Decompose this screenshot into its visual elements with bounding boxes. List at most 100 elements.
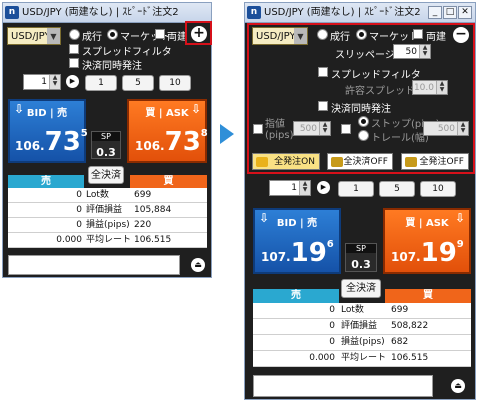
settle-off-button[interactable]: 全決済OFF: [327, 153, 393, 170]
right-hedge-checkbox[interactable]: [413, 29, 423, 39]
maximize-button[interactable]: □: [443, 6, 457, 19]
limit-pips-label: 指値 (pips): [265, 119, 294, 141]
right-radio-limit[interactable]: [317, 29, 328, 40]
close-button[interactable]: ✕: [458, 6, 472, 19]
spinner-icon[interactable]: ▲ ▼: [319, 122, 330, 135]
table-row: 0.000 平均レート 106.515: [253, 351, 471, 367]
limit-pips-checkbox[interactable]: [253, 124, 263, 134]
left-hedge-checkbox[interactable]: [155, 29, 165, 39]
left-settle-simul-checkbox[interactable]: [69, 58, 79, 68]
spinner-icon[interactable]: ▲ ▼: [436, 81, 447, 94]
left-ask-button[interactable]: 買 | ASK ⇩ 106.738: [127, 99, 208, 163]
right-radio-market[interactable]: [356, 29, 367, 40]
right-title-bar: n USD/JPY (両建なし) | ｽﾋﾟｰﾄﾞ注文2 _ □ ✕: [245, 3, 475, 23]
allowed-spread-label: 許容スプレッド: [345, 86, 415, 97]
arrow-down-icon: ⇩: [190, 102, 201, 116]
left-memo-input[interactable]: [8, 255, 180, 275]
app-icon: n: [247, 6, 261, 19]
left-radio-limit[interactable]: [69, 29, 80, 40]
lock-icon: [405, 157, 417, 167]
left-window-title: USD/JPY (両建なし) | ｽﾋﾟｰﾄﾞ注文2: [22, 7, 179, 18]
play-icon[interactable]: ▶: [317, 181, 330, 194]
arrow-down-icon: ⇩: [259, 211, 270, 225]
all-order-on-button[interactable]: 全発注ON: [252, 153, 320, 170]
left-quick-lot-5[interactable]: 5: [122, 75, 154, 91]
lock-icon: [256, 157, 268, 167]
eject-icon[interactable]: ⏏: [451, 379, 465, 393]
spinner-icon[interactable]: ▲ ▼: [49, 75, 60, 89]
all-order-off-button[interactable]: 全発注OFF: [401, 153, 469, 170]
left-spread-filter-checkbox[interactable]: [69, 44, 79, 54]
right-sp-box: SP 0.3: [345, 243, 377, 272]
left-window: n USD/JPY (両建なし) | ｽﾋﾟｰﾄﾞ注文2 USD/JPY ▼ 成行…: [2, 2, 212, 278]
stop-checkbox[interactable]: [341, 124, 351, 134]
app-icon: n: [5, 6, 19, 19]
left-spread-filter-label: スプレッドフィルタ: [82, 47, 172, 58]
left-close-all-button[interactable]: 全決済: [88, 166, 124, 184]
ask-price: 106.738: [135, 127, 208, 157]
left-settle-simul-label: 決済同時発注: [82, 61, 142, 72]
slippage-input[interactable]: 50 ▲ ▼: [393, 44, 431, 59]
table-row: 0 Lot数 699: [253, 303, 471, 319]
collapse-button[interactable]: −: [453, 27, 469, 43]
trail-label: トレール(幅): [371, 133, 429, 144]
right-lot-input[interactable]: 1 ▲ ▼: [269, 180, 311, 196]
right-settle-simul-label: 決済同時発注: [331, 104, 391, 115]
left-bid-button[interactable]: BID | 売 ⇩ 106.735: [8, 99, 88, 163]
table-row: 0 Lot数 699: [8, 188, 207, 203]
bid-price: 106.735: [15, 127, 88, 157]
right-settle-simul-checkbox[interactable]: [318, 101, 328, 111]
right-market-label: マーケット: [369, 32, 419, 43]
left-hedge-label: 両建: [167, 32, 185, 43]
right-window: n USD/JPY (両建なし) | ｽﾋﾟｰﾄﾞ注文2 _ □ ✕ USD/J…: [244, 2, 476, 400]
left-quick-lot-1[interactable]: 1: [85, 75, 117, 91]
minimize-button[interactable]: _: [428, 6, 442, 19]
left-limit-label: 成行: [82, 32, 102, 43]
chevron-down-icon[interactable]: ▼: [47, 28, 60, 44]
table-row: 0 評価損益 508,822: [253, 319, 471, 335]
bid-price: 107.196: [261, 238, 334, 268]
expand-highlight: [185, 21, 212, 45]
arrow-down-icon: ⇩: [454, 211, 465, 225]
trail-radio[interactable]: [358, 130, 369, 141]
stop-input[interactable]: 500 ▲ ▼: [423, 121, 469, 136]
limit-pips-input[interactable]: 500 ▲ ▼: [293, 121, 331, 136]
left-sell-header: 売: [8, 175, 84, 188]
left-buy-header: 買: [130, 175, 207, 188]
spinner-icon[interactable]: ▲ ▼: [299, 181, 310, 195]
arrow-down-icon: ⇩: [14, 102, 25, 116]
play-icon[interactable]: ▶: [66, 75, 79, 88]
right-memo-input[interactable]: [253, 375, 433, 397]
right-ask-button[interactable]: 買 | ASK ⇩ 107.199: [383, 208, 471, 274]
arrow-right-icon: [220, 124, 234, 144]
right-hedge-label: 両建: [426, 32, 446, 43]
right-sell-header: 売: [253, 289, 339, 303]
spinner-icon[interactable]: ▲ ▼: [419, 45, 430, 58]
ask-price: 107.199: [391, 238, 464, 268]
right-close-all-button[interactable]: 全決済: [341, 279, 381, 298]
left-pair-select[interactable]: USD/JPY ▼: [7, 27, 61, 45]
table-row: 0 損益(pips) 682: [253, 335, 471, 351]
lock-icon: [331, 157, 343, 167]
right-quick-lot-1[interactable]: 1: [338, 181, 374, 197]
right-spread-filter-label: スプレッドフィルタ: [331, 70, 421, 81]
left-quick-lot-10[interactable]: 10: [159, 75, 191, 91]
eject-icon[interactable]: ⏏: [191, 258, 205, 272]
stop-pips-radio[interactable]: [358, 116, 369, 127]
allowed-spread-input[interactable]: 10.0 ▲ ▼: [412, 80, 448, 95]
left-sp-box: SP 0.3: [91, 131, 121, 159]
left-lot-input[interactable]: 1 ▲ ▼: [23, 74, 61, 90]
right-pair-select[interactable]: USD/JPY ▼: [252, 27, 308, 45]
right-buy-header: 買: [385, 289, 471, 303]
right-quick-lot-5[interactable]: 5: [379, 181, 415, 197]
right-window-title: USD/JPY (両建なし) | ｽﾋﾟｰﾄﾞ注文2: [264, 7, 421, 18]
table-row: 0.000 平均レート 106.515: [8, 233, 207, 248]
table-row: 0 損益(pips) 220: [8, 218, 207, 233]
chevron-down-icon[interactable]: ▼: [294, 28, 307, 44]
right-quick-lot-10[interactable]: 10: [420, 181, 456, 197]
right-spread-filter-checkbox[interactable]: [318, 67, 328, 77]
right-bid-button[interactable]: BID | 売 ⇩ 107.196: [253, 208, 341, 274]
spinner-icon[interactable]: ▲ ▼: [457, 122, 468, 135]
slippage-label: スリッページ: [335, 50, 395, 61]
left-radio-market[interactable]: [107, 29, 118, 40]
